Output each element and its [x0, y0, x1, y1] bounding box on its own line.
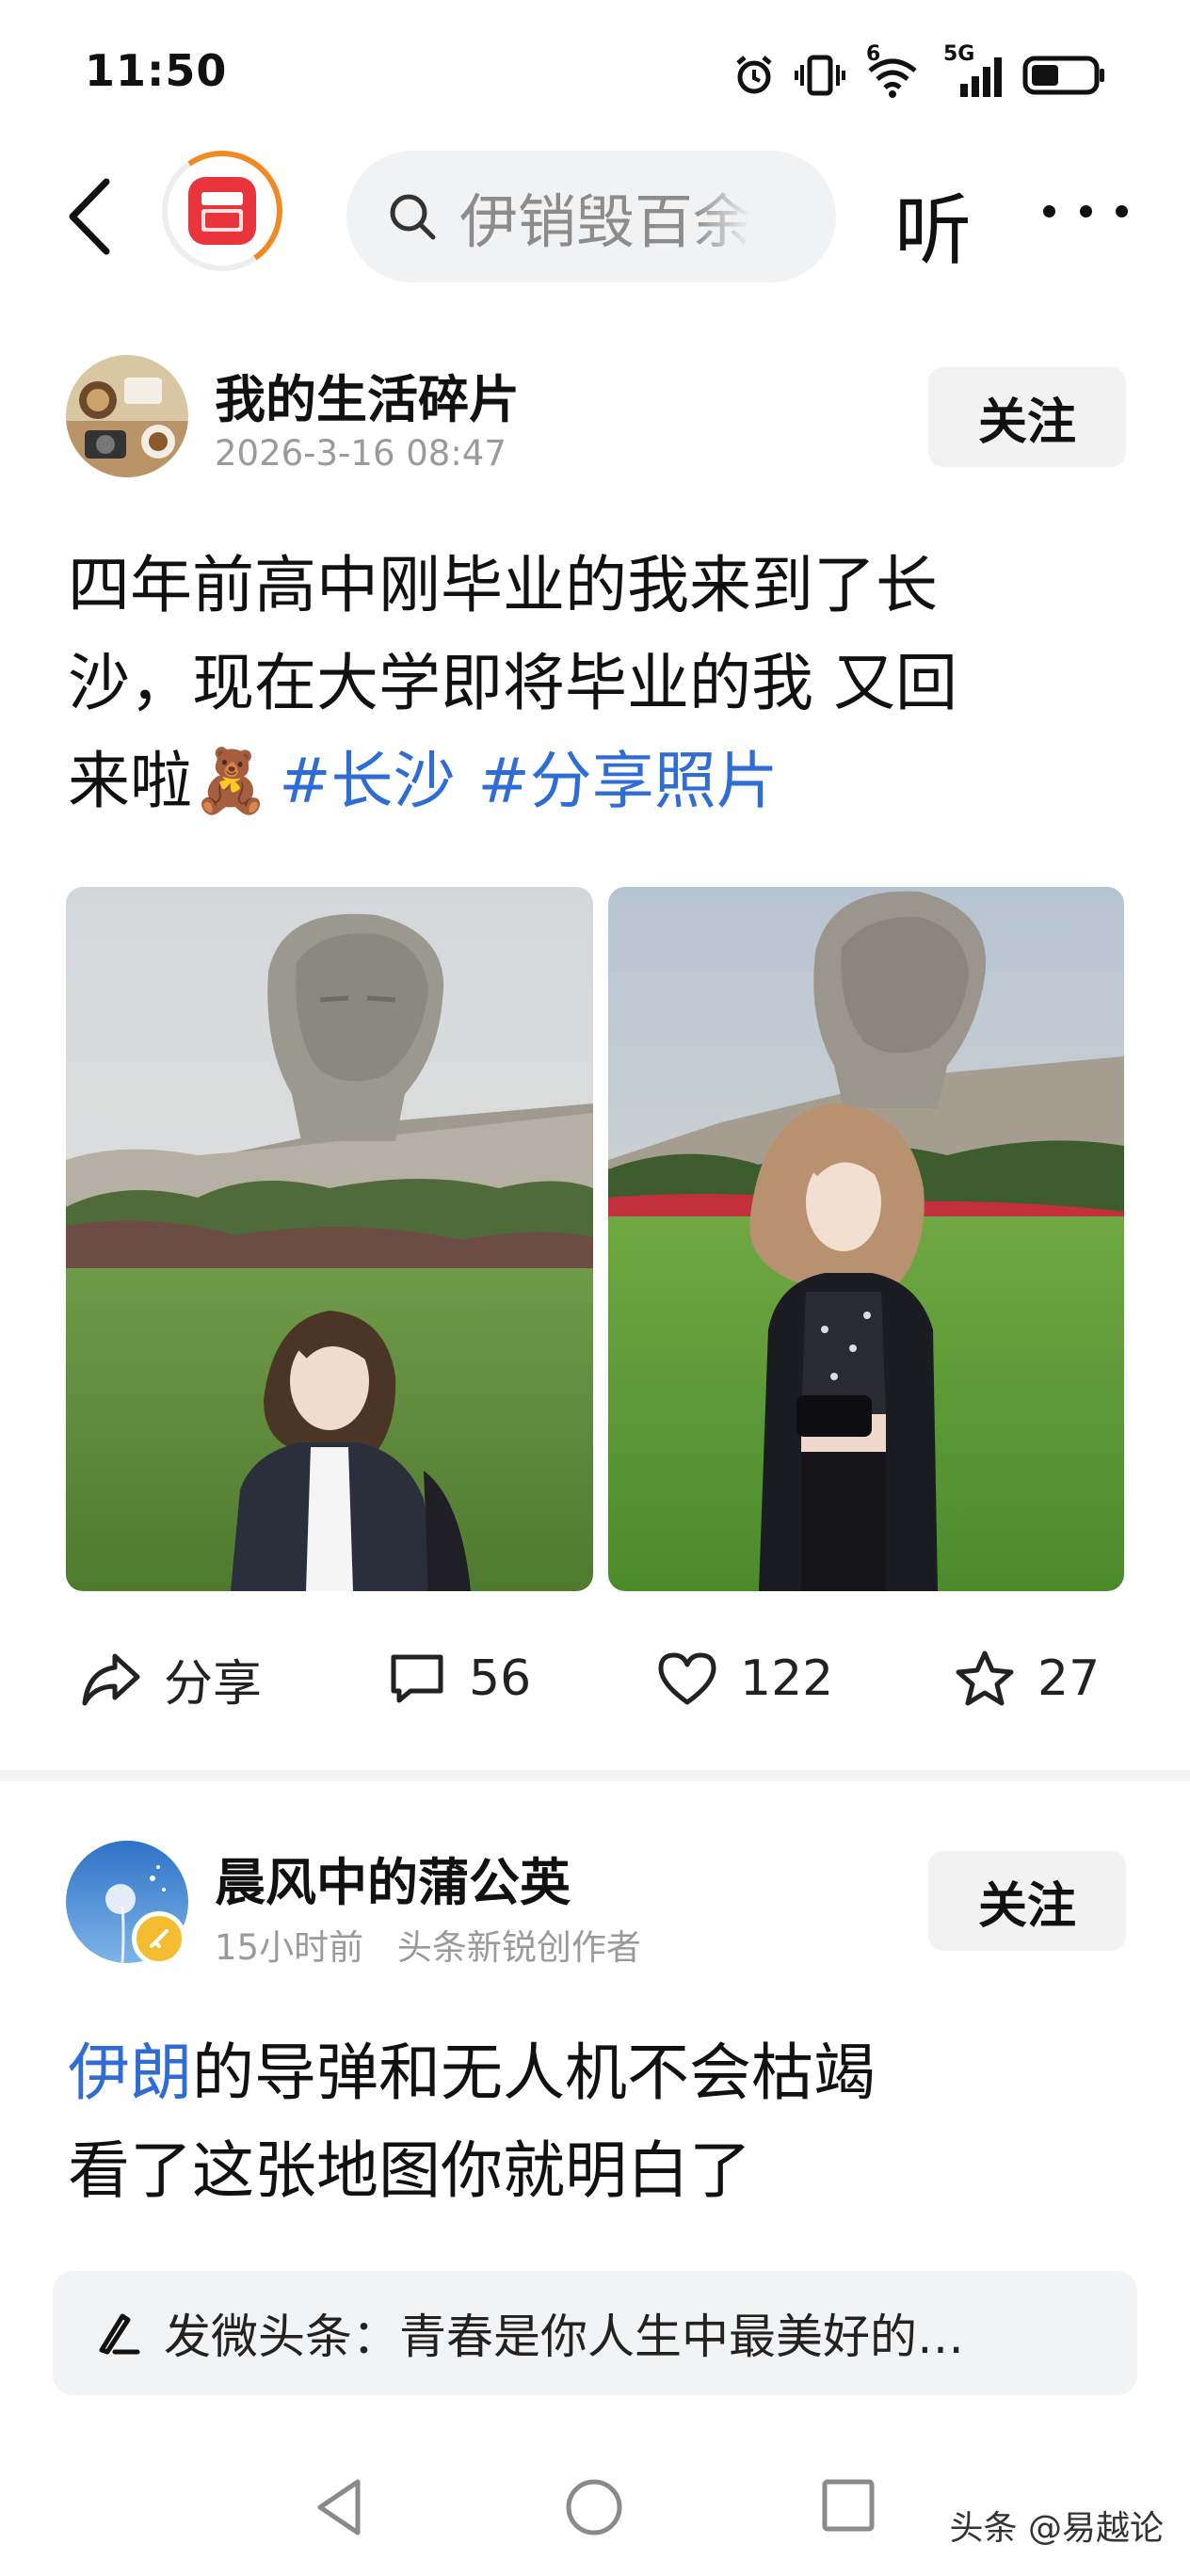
author-tag: 头条新锐创作者 [396, 1927, 641, 1968]
comment-button[interactable]: 56 [388, 1627, 531, 1731]
hashtag-share-photos[interactable]: #分享照片 [478, 745, 779, 817]
favorite-count: 27 [1037, 1650, 1101, 1707]
alarm-icon [736, 56, 772, 94]
status-icons: 6 5G [732, 42, 1107, 104]
status-bar: 11:50 6 5G [0, 0, 1190, 141]
comment-count: 56 [469, 1650, 532, 1707]
share-button[interactable]: 分享 [81, 1627, 262, 1731]
more-options-button[interactable] [1043, 192, 1128, 230]
star-icon [956, 1650, 1014, 1706]
battery-icon [1022, 56, 1104, 95]
system-nav-bar: 头条 @易越论 [0, 2448, 1190, 2576]
post-text[interactable]: 四年前高中刚毕业的我来到了长 沙，现在大学即将毕业的我 又回 来啦🧸 #长沙 #分享… [68, 537, 1132, 830]
triangle-back-icon [317, 2479, 361, 2536]
post-time: 2026-3-16 08:47 [215, 433, 507, 474]
back-arrow-icon [69, 178, 110, 255]
back-button[interactable] [52, 169, 127, 264]
post-text-rest: 的导弹和无人机不会枯竭 [192, 2037, 876, 2109]
author-name[interactable]: 晨风中的蒲公英 [215, 1841, 571, 1915]
creator-badge-icon [132, 1911, 186, 1966]
like-button[interactable]: 122 [657, 1627, 833, 1731]
hashtag-changsha[interactable]: #长沙 [279, 745, 455, 817]
keyword-link[interactable]: 伊朗 [68, 2037, 192, 2109]
post-text-line: 看了这张地图你就明白了 [68, 2134, 751, 2207]
feed-divider [0, 1770, 1190, 1781]
share-label: 分享 [164, 1655, 263, 1713]
vibrate-icon [795, 55, 845, 96]
like-count: 122 [740, 1650, 834, 1707]
compose-bar[interactable]: 发微头条：青春是你人生中最美好的… [53, 2271, 1137, 2395]
nav-recents-button[interactable] [819, 2476, 877, 2538]
post-text[interactable]: 伊朗的导弹和无人机不会枯竭 看了这张地图你就明白了 [68, 2024, 1132, 2220]
signal-bars-icon [960, 57, 1002, 97]
circle-home-icon [566, 2479, 622, 2536]
app-logo[interactable] [152, 140, 293, 282]
author-avatar[interactable] [66, 355, 188, 477]
search-icon [390, 194, 436, 240]
quill-icon [150, 1929, 169, 1948]
author-name[interactable]: 我的生活碎片 [215, 358, 520, 432]
search-box[interactable]: 伊销毁百余 [346, 151, 836, 282]
post-text-emoji-line: 来啦🧸 [68, 745, 270, 817]
post-text-line: 来啦🧸 #长沙 #分享照片 [68, 733, 1132, 830]
avatar-image [66, 355, 188, 477]
pen-icon [99, 2313, 140, 2355]
favorite-button[interactable]: 27 [955, 1627, 1100, 1731]
comment-icon [391, 1654, 443, 1703]
follow-button[interactable]: 关注 [928, 1851, 1126, 1951]
more-dot-icon [1043, 204, 1055, 217]
status-time: 11:50 [85, 45, 228, 96]
listen-button[interactable]: 听 [894, 168, 972, 280]
share-icon [82, 1653, 140, 1706]
search-placeholder: 伊销毁百余 [459, 187, 752, 256]
post-text-line: 四年前高中刚毕业的我来到了长 [68, 549, 938, 621]
follow-button[interactable]: 关注 [928, 367, 1126, 467]
post-time: 15小时前 [215, 1927, 364, 1968]
nav-home-button[interactable] [563, 2476, 625, 2542]
photo-statue-image [608, 887, 1124, 1591]
logo-progress-ring [152, 140, 293, 282]
nav-back-button[interactable] [313, 2476, 365, 2542]
cell-signal: 5G [943, 42, 1004, 99]
wifi-signal: 6 [864, 42, 925, 99]
wifi-6-label: 6 [866, 42, 881, 66]
square-recents-icon [822, 2479, 875, 2532]
post-text-line: 伊朗的导弹和无人机不会枯竭 [68, 2024, 1132, 2122]
post-photo-1[interactable] [66, 887, 593, 1591]
compose-text: 发微头条：青春是你人生中最美好的… [164, 2310, 964, 2364]
more-dot-icon [1079, 204, 1092, 217]
photo-statue-image [66, 887, 593, 1591]
watermark-text: 头条 @易越论 [949, 2509, 1164, 2548]
more-dot-icon [1116, 204, 1128, 217]
post-meta: 15小时前 头条新锐创作者 [215, 1919, 641, 1970]
post-photo-2[interactable] [608, 887, 1124, 1591]
post-action-bar: 分享 56 122 27 [0, 1627, 1190, 1731]
top-nav: 伊销毁百余 听 [0, 140, 1190, 292]
post-text-line: 沙，现在大学即将毕业的我 又回 [68, 647, 957, 719]
heart-icon [658, 1652, 716, 1705]
